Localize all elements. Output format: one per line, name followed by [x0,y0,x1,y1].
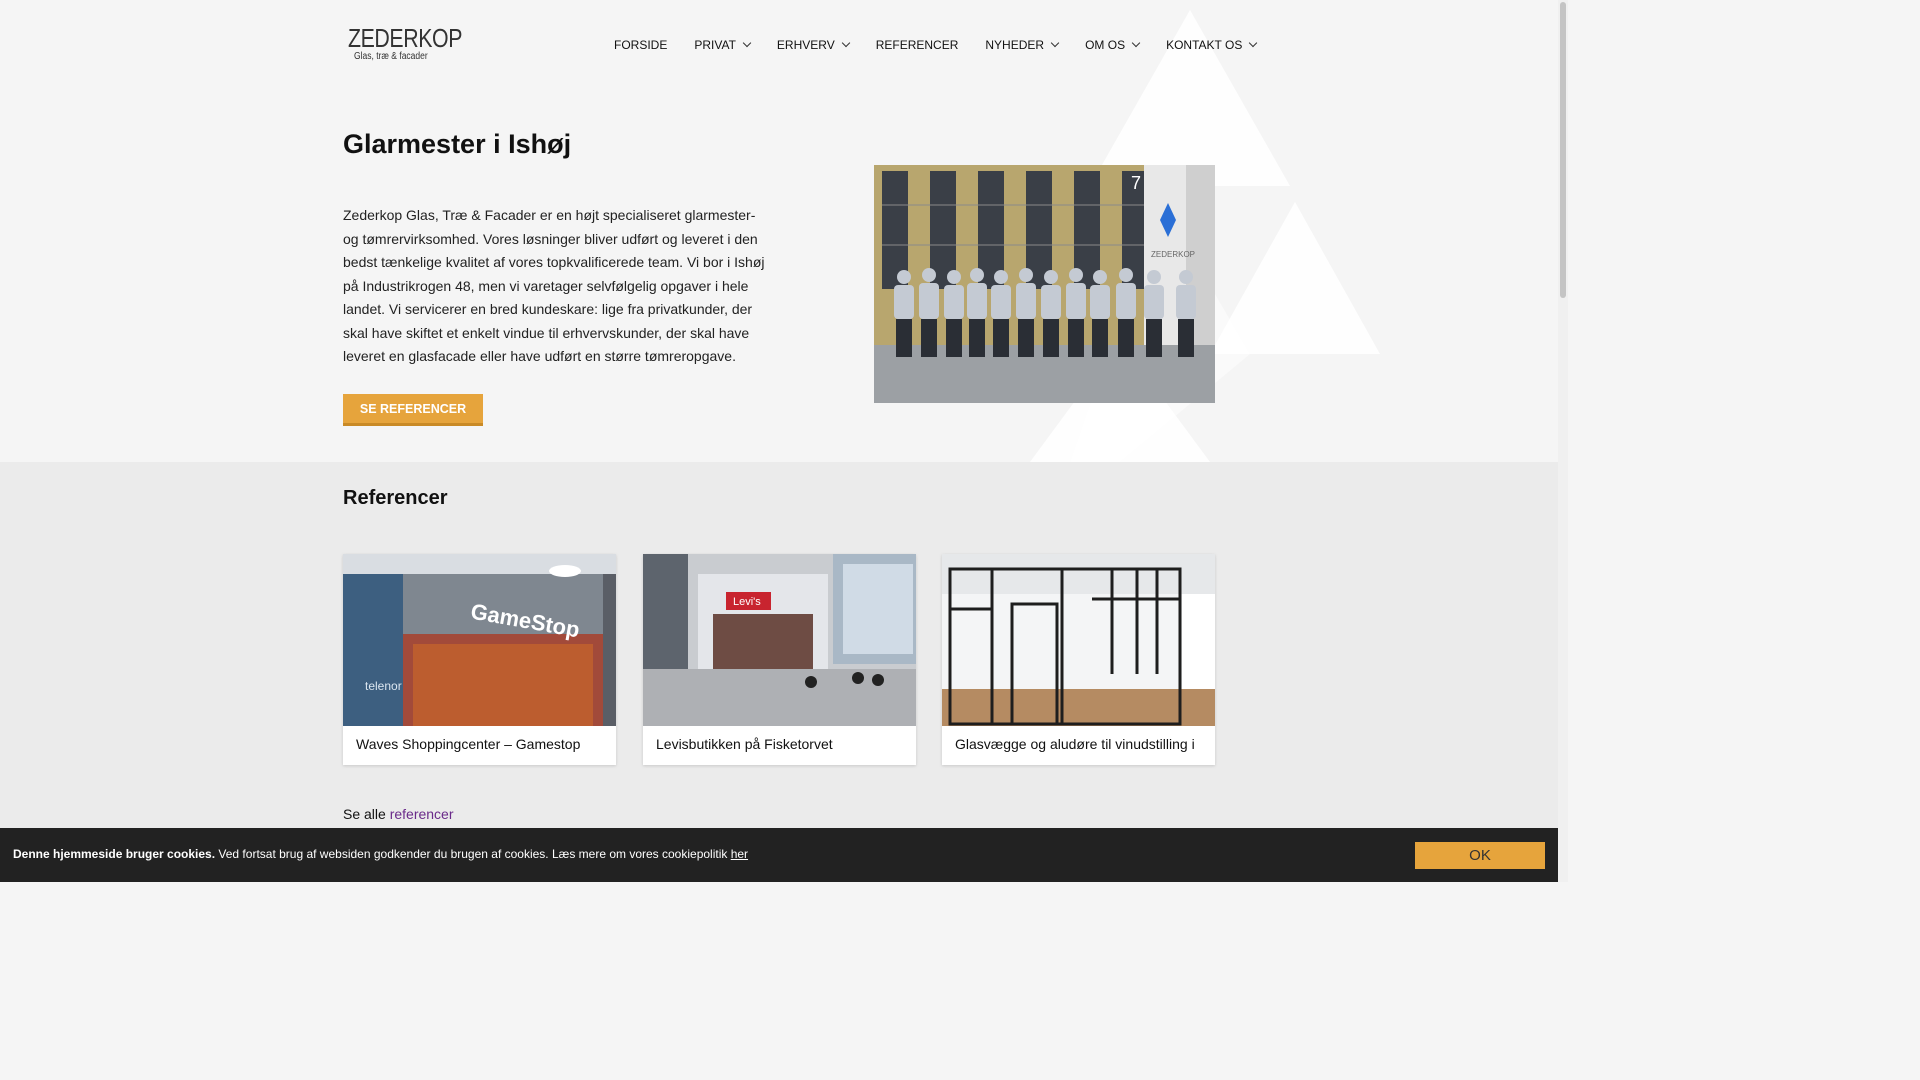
logo-wordmark: ZEDERKOP [348,22,463,53]
reference-card-title: Waves Shoppingcenter – Gamestop [356,736,581,752]
nav-item-nyheder[interactable]: NYHEDER [985,38,1060,52]
reference-image-levis: Levi's [643,554,916,726]
reference-image-glasvaegge [942,554,1215,726]
chevron-down-icon [841,38,850,48]
nav-label: FORSIDE [614,38,668,52]
chevron-down-icon [1249,38,1258,48]
nav-label: PRIVAT [694,38,736,52]
nav-item-erhverv[interactable]: ERHVERV [776,38,850,52]
nav-item-referencer[interactable]: REFERENCER [876,38,959,52]
intro-paragraph: Zederkop Glas, Træ & Facader er en højt … [343,207,765,364]
site-logo[interactable]: ZEDERKOP Glas, træ & facader [343,12,483,74]
cookie-accept-button[interactable]: OK [1415,842,1545,869]
scrollbar-thumb[interactable] [1560,2,1566,298]
nav-item-kontakt-os[interactable]: KONTAKT OS [1166,38,1258,52]
cookie-message: Denne hjemmeside bruger cookies. Ved for… [13,847,748,861]
page-scrollbar[interactable] [1558,0,1568,882]
reference-card[interactable]: GameStop telenor Waves Shoppingcenter – … [343,554,616,765]
reference-image-gamestop: GameStop telenor [343,554,616,726]
see-all-references-link[interactable]: referencer [390,806,454,822]
see-references-button[interactable]: SE REFERENCER [343,394,483,426]
levis-sign-text: Levi's [733,596,761,608]
nav-label: NYHEDER [985,38,1045,52]
reference-card[interactable]: Levi's Levisbutikken på Fisketorvet [643,554,916,765]
nav-label: OM OS [1085,38,1126,52]
nav-item-forside[interactable]: FORSIDE [614,38,667,52]
reference-card[interactable]: Glasvægge og aludøre til vinudstilling i [942,554,1215,765]
cookie-body: Ved fortsat brug af websiden godkender d… [215,847,731,861]
cookie-title: Denne hjemmeside bruger cookies. [13,847,216,861]
page-title: Glarmester i Ishøj [343,129,572,159]
cookie-policy-link[interactable]: her [731,847,748,861]
reference-card-title: Glasvægge og aludøre til vinudstilling i [955,736,1195,752]
nav-label: KONTAKT OS [1166,38,1243,52]
references-heading: Referencer [343,487,448,509]
nav-item-privat[interactable]: PRIVAT [694,38,752,52]
nav-label: REFERENCER [875,38,959,52]
reference-card-title: Levisbutikken på Fisketorvet [656,736,833,752]
photo-sign-text: ZEDERKOP [1151,250,1195,259]
team-photo: 7 ZEDERKOP [874,165,1215,403]
chevron-down-icon [1050,38,1060,48]
cookie-banner: Denne hjemmeside bruger cookies. Ved for… [0,828,1558,882]
logo-tagline: Glas, træ & facader [354,50,428,62]
photo-building-number: 7 [1131,173,1141,193]
see-all-references: Se alle referencer [343,806,454,822]
main-navigation: FORSIDE PRIVAT ERHVERV REFERENCER NYHEDE… [614,36,1258,54]
nav-item-om-os[interactable]: OM OS [1085,38,1141,52]
telenor-sign-text: telenor [365,679,402,693]
hero-section: ZEDERKOP Glas, træ & facader FORSIDE PRI… [0,0,1558,462]
chevron-down-icon [742,38,752,48]
chevron-down-icon [1131,38,1141,48]
nav-label: ERHVERV [776,38,835,52]
see-all-prefix: Se alle [343,806,386,822]
